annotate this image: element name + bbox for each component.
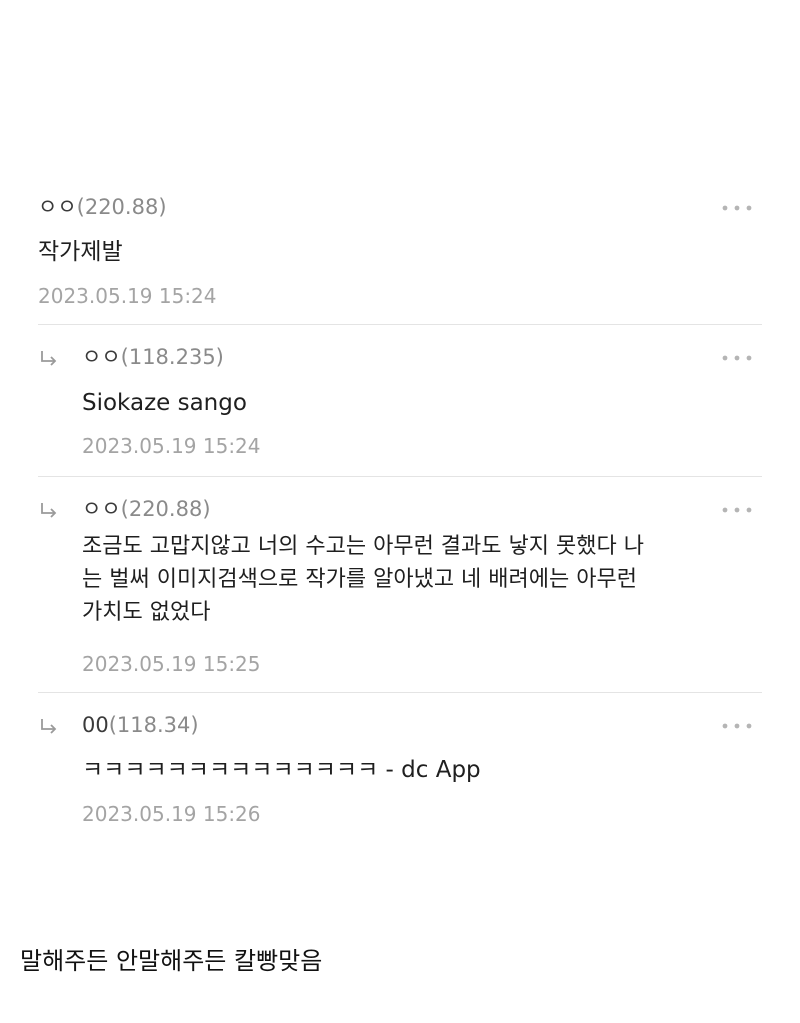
comment-text: ㅋㅋㅋㅋㅋㅋㅋㅋㅋㅋㅋㅋㅋㅋ - dc App xyxy=(82,754,481,787)
author-ip: (220.88) xyxy=(76,195,167,219)
comment-text-line: Siokaze sango xyxy=(82,390,247,416)
comment-text-line: 가치도 없었다 xyxy=(82,600,211,625)
comment-author[interactable]: ㅇㅇ(220.88) xyxy=(38,194,167,220)
comment-author[interactable]: ㅇㅇ(118.235) xyxy=(82,344,224,370)
comment-text: 작가제발 xyxy=(38,236,123,269)
comment-text-line: ㅋㅋㅋㅋㅋㅋㅋㅋㅋㅋㅋㅋㅋㅋ - dc App xyxy=(82,757,481,783)
comment-date: 2023.05.19 15:25 xyxy=(82,652,261,676)
comment-divider xyxy=(38,476,762,477)
reply-arrow-icon xyxy=(41,351,57,366)
comment-author[interactable]: ㅇㅇ(220.88) xyxy=(82,496,211,522)
reply-arrow-icon xyxy=(41,719,57,734)
comment-text-line: 는 벌써 이미지검색으로 작가를 알아냈고 네 배려에는 아무런 xyxy=(82,567,637,592)
author-nickname: ㅇㅇ xyxy=(82,345,121,369)
post-caption: 말해주든 안말해주든 칼빵맞음 xyxy=(20,947,323,975)
more-dots-icon[interactable] xyxy=(720,203,754,213)
comment-text: Siokaze sango xyxy=(82,387,247,420)
author-nickname: 00 xyxy=(82,713,109,737)
comment-divider xyxy=(38,692,762,693)
more-dots-icon[interactable] xyxy=(720,721,754,731)
comment-text: 조금도 고맙지않고 너의 수고는 아무런 결과도 낳지 못했다 나 는 벌써 이… xyxy=(82,530,644,629)
author-nickname: ㅇㅇ xyxy=(38,195,77,219)
comment-text-line: 작가제발 xyxy=(38,239,123,265)
author-ip: (118.235) xyxy=(120,345,224,369)
comment-text-line: 조금도 고맙지않고 너의 수고는 아무런 결과도 낳지 못했다 나 xyxy=(82,534,644,559)
reply-arrow-icon xyxy=(41,503,57,518)
comment-date: 2023.05.19 15:24 xyxy=(38,284,217,308)
comment-list-screenshot: ㅇㅇ(220.88) 작가제발 2023.05.19 15:24 ㅇㅇ(118.… xyxy=(0,190,800,850)
comment-author[interactable]: 00(118.34) xyxy=(82,712,199,738)
comment-date: 2023.05.19 15:24 xyxy=(82,434,261,458)
more-dots-icon[interactable] xyxy=(720,505,754,515)
comment-date: 2023.05.19 15:26 xyxy=(82,802,261,826)
author-ip: (118.34) xyxy=(108,713,199,737)
author-nickname: ㅇㅇ xyxy=(82,497,121,521)
comment-divider xyxy=(38,324,762,325)
author-ip: (220.88) xyxy=(120,497,211,521)
more-dots-icon[interactable] xyxy=(720,353,754,363)
